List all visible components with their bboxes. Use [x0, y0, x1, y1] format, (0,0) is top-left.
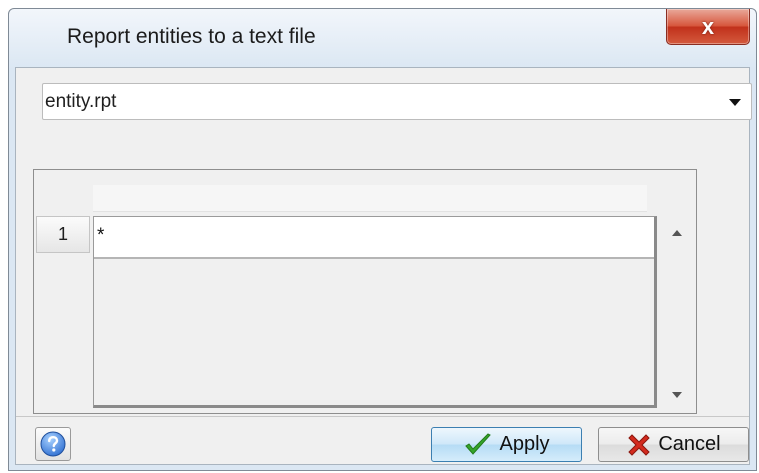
- grid-data-area: *: [93, 216, 657, 408]
- dialog-window: Report entities to a text file x entity.…: [8, 8, 757, 471]
- x-icon: [628, 433, 651, 456]
- apply-button[interactable]: Apply: [431, 427, 582, 462]
- chevron-down-icon[interactable]: [729, 99, 741, 106]
- close-button[interactable]: x: [666, 9, 750, 45]
- check-icon: [465, 432, 492, 455]
- entity-grid: 1 *: [33, 169, 697, 414]
- apply-label: Apply: [499, 433, 550, 455]
- cancel-button[interactable]: Cancel: [598, 427, 749, 462]
- cancel-label: Cancel: [658, 433, 721, 455]
- row-number-1[interactable]: 1: [36, 216, 90, 253]
- grid-column-header: [93, 185, 647, 212]
- file-name-dropdown[interactable]: entity.rpt: [42, 83, 752, 120]
- button-bar: Apply Cancel: [16, 416, 749, 463]
- window-title: Report entities to a text file: [67, 25, 316, 48]
- scroll-up-icon[interactable]: [672, 230, 682, 236]
- help-icon: [40, 431, 66, 457]
- dialog-body: entity.rpt 1 * Apply Cancel: [15, 67, 752, 465]
- help-button[interactable]: [35, 427, 71, 461]
- scroll-down-icon[interactable]: [672, 392, 682, 398]
- file-name-value: entity.rpt: [45, 91, 117, 112]
- vertical-scrollbar[interactable]: [660, 216, 694, 408]
- close-icon: x: [701, 13, 715, 39]
- title-bar[interactable]: Report entities to a text file x: [9, 9, 756, 67]
- grid-cell-row-1[interactable]: *: [94, 217, 654, 259]
